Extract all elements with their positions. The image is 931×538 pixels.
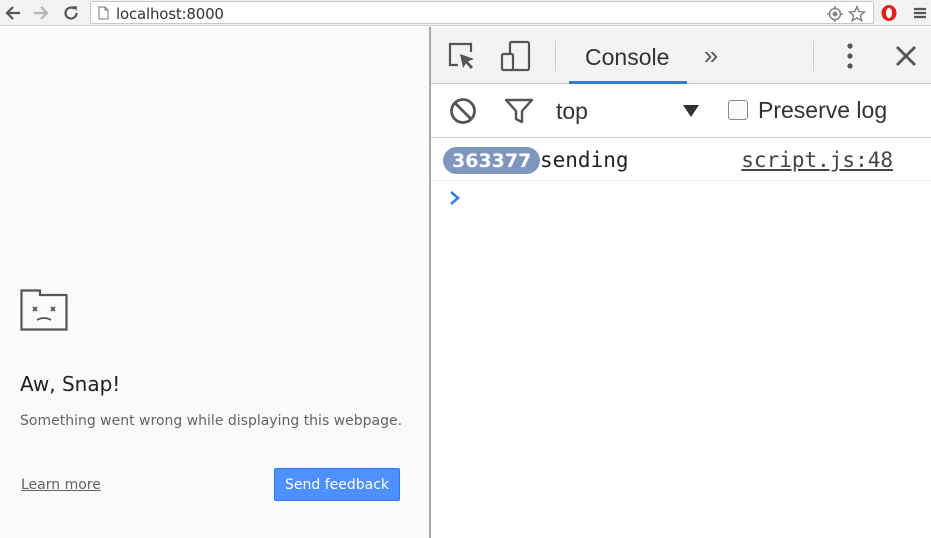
reload-icon	[64, 6, 78, 20]
back-arrow-icon	[5, 6, 20, 20]
error-message: Something went wrong while displaying th…	[20, 413, 403, 429]
bookmark-button[interactable]	[847, 4, 867, 24]
close-devtools-button[interactable]	[891, 41, 921, 71]
devtools-menu-button[interactable]	[835, 41, 865, 71]
toolbar-divider	[555, 41, 556, 71]
clear-console-button[interactable]	[449, 97, 477, 125]
tab-console-label: Console	[585, 44, 670, 70]
page-icon	[98, 6, 109, 20]
menu-icon	[914, 7, 926, 19]
sad-tab-icon	[20, 289, 68, 331]
location-icon	[827, 6, 843, 22]
opera-icon	[881, 5, 897, 21]
tab-console[interactable]: Console	[569, 27, 687, 84]
reload-button[interactable]	[61, 3, 81, 23]
preserve-log-checkbox[interactable]	[728, 100, 748, 120]
device-toggle-icon	[500, 40, 531, 72]
console-prompt-icon[interactable]	[449, 190, 461, 206]
console-toolbar: top Preserve log	[431, 84, 931, 138]
vertical-dots-icon	[847, 43, 853, 69]
console-message: 363377 sending script.js:48	[431, 138, 931, 181]
url-text: localhost:8000	[116, 5, 224, 23]
close-icon	[896, 46, 916, 66]
learn-more-link[interactable]: Learn more	[21, 477, 101, 493]
more-tabs-chevron-icon: »	[703, 39, 719, 70]
crashed-page: Aw, Snap! Something went wrong while dis…	[0, 27, 429, 538]
source-link[interactable]: script.js:48	[741, 148, 893, 172]
forward-arrow-icon	[34, 6, 49, 20]
inspect-element-button[interactable]	[445, 39, 479, 73]
more-tabs-button[interactable]: »	[697, 39, 725, 70]
opera-extension-button[interactable]	[879, 3, 899, 23]
browser-toolbar: localhost:8000	[0, 0, 931, 26]
block-icon	[450, 98, 476, 124]
error-title: Aw, Snap!	[20, 372, 121, 396]
filter-button[interactable]	[503, 97, 535, 125]
preserve-log-label: Preserve log	[758, 97, 888, 123]
location-button[interactable]	[825, 4, 845, 24]
devtools-tabbar: Console »	[431, 27, 931, 84]
dropdown-arrow-icon[interactable]	[682, 104, 700, 118]
address-bar[interactable]: localhost:8000	[90, 1, 874, 24]
back-button[interactable]	[3, 3, 23, 23]
context-selector[interactable]: top	[556, 98, 588, 125]
message-text: sending	[540, 148, 629, 172]
devtools-panel: Console » top Preserve log 363377 sendin…	[431, 27, 931, 538]
inspect-cursor-icon	[448, 42, 474, 69]
device-mode-button[interactable]	[499, 39, 533, 73]
chrome-menu-button[interactable]	[910, 3, 930, 23]
repeat-count-badge: 363377	[443, 147, 541, 174]
send-feedback-button[interactable]: Send feedback	[274, 468, 400, 501]
forward-button[interactable]	[31, 3, 51, 23]
star-icon	[848, 5, 866, 23]
toolbar-divider	[813, 41, 814, 71]
filter-funnel-icon	[504, 98, 534, 124]
